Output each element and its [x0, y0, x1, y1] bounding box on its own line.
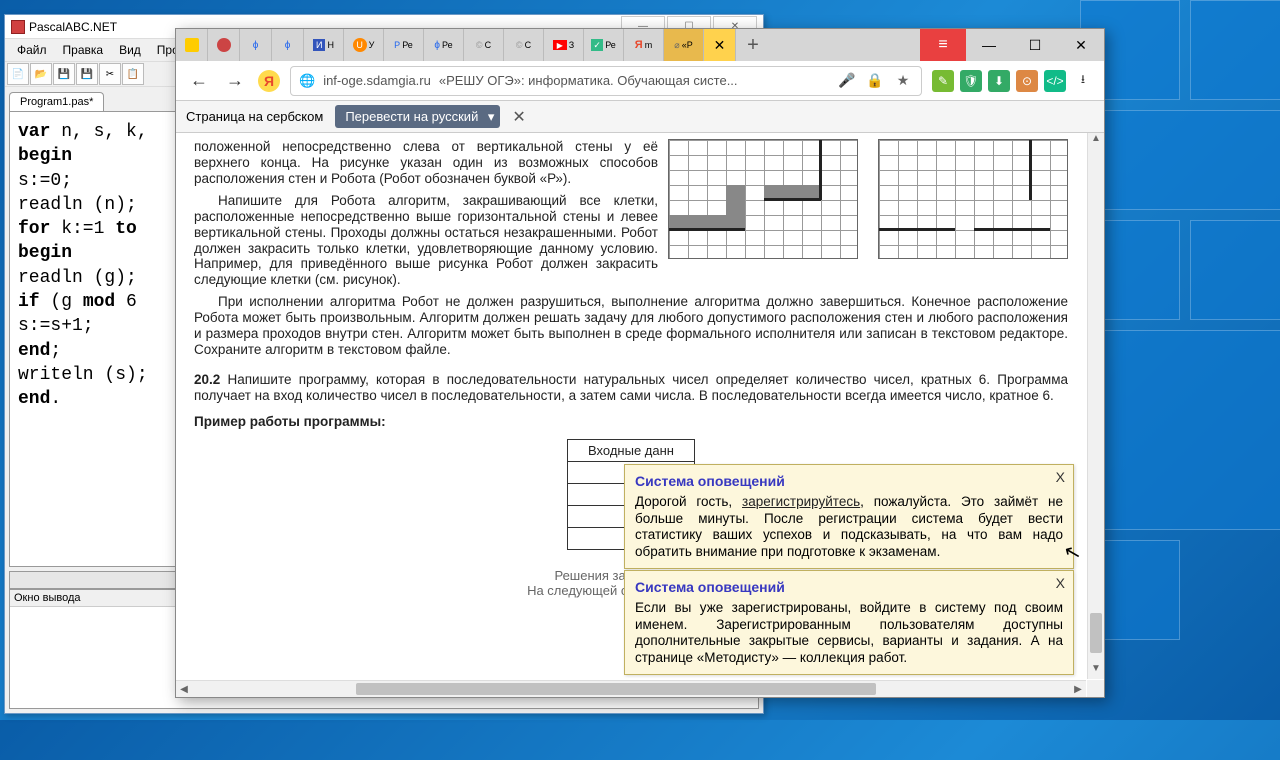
- code-line: end: [18, 341, 50, 361]
- notif-title: Система оповещений: [635, 473, 1063, 490]
- scroll-up-icon[interactable]: ▲: [1088, 133, 1104, 149]
- browser-tab[interactable]: [176, 29, 208, 61]
- browser-tab[interactable]: ϕ: [272, 29, 304, 61]
- notification-popup-2: X Система оповещений Если вы уже зарегис…: [624, 570, 1074, 675]
- tb-open-icon[interactable]: 📂: [30, 63, 52, 85]
- menu-file[interactable]: Файл: [11, 41, 53, 59]
- code-line: s:=s+1;: [18, 316, 94, 336]
- browser-close-button[interactable]: ✕: [1058, 29, 1104, 61]
- new-tab-button[interactable]: +: [736, 29, 770, 61]
- translate-close-icon[interactable]: ✕: [512, 107, 525, 127]
- file-tab[interactable]: Program1.pas*: [9, 92, 104, 111]
- browser-tab[interactable]: Яm: [624, 29, 664, 61]
- tb-save-icon[interactable]: 💾: [53, 63, 75, 85]
- download-icon[interactable]: ⭳: [1072, 70, 1094, 92]
- code-line: writeln (s);: [18, 365, 148, 385]
- yandex-icon[interactable]: Я: [258, 70, 280, 92]
- page-title-in-url: «РЕШУ ОГЭ»: информатика. Обучающая систе…: [439, 73, 738, 88]
- notification-popup-1: X Система оповещений Дорогой гость, заре…: [624, 464, 1074, 569]
- example-title: Пример работы программы:: [194, 414, 1068, 429]
- pascal-app-icon: [11, 20, 25, 34]
- browser-max-button[interactable]: ☐: [1012, 29, 1058, 61]
- scroll-corner: [1087, 680, 1104, 697]
- scroll-thumb[interactable]: [1090, 613, 1102, 653]
- translate-button[interactable]: Перевести на русский: [335, 105, 500, 128]
- notif-body: Если вы уже зарегистрированы, войдите в …: [635, 600, 1063, 666]
- browser-tab[interactable]: ▶З: [544, 29, 584, 61]
- tb-saveall-icon[interactable]: 💾: [76, 63, 98, 85]
- scroll-left-icon[interactable]: ◀: [176, 681, 192, 697]
- mic-icon[interactable]: 🎤: [837, 71, 857, 91]
- url-domain: inf-oge.sdamgia.ru: [323, 73, 431, 88]
- paragraph: При исполнении алгоритма Робот не должен…: [194, 294, 1068, 358]
- scroll-right-icon[interactable]: ▶: [1070, 681, 1086, 697]
- code-line: begin: [18, 243, 72, 263]
- ext-icon[interactable]: ✎: [932, 70, 954, 92]
- ext-icon[interactable]: ⬇: [988, 70, 1010, 92]
- browser-tabstrip: ϕ ϕ ИН UУ РРе ϕРе ©С ©С ▶З ✓Ре Яm ⌀«Р ✕ …: [176, 29, 1104, 61]
- browser-tab[interactable]: ©С: [504, 29, 544, 61]
- nav-forward-button[interactable]: →: [222, 68, 248, 94]
- lock-icon[interactable]: 🔒: [865, 71, 885, 91]
- browser-window: ϕ ϕ ИН UУ РРе ϕРе ©С ©С ▶З ✓Ре Яm ⌀«Р ✕ …: [175, 28, 1105, 698]
- register-link[interactable]: зарегистрируйтесь: [742, 494, 860, 509]
- nav-back-button[interactable]: ←: [186, 68, 212, 94]
- browser-menu-button[interactable]: ≡: [920, 29, 966, 61]
- ext-icon[interactable]: ⊙: [1016, 70, 1038, 92]
- scroll-thumb[interactable]: [356, 683, 876, 695]
- notif-close-button[interactable]: X: [1056, 575, 1065, 592]
- notif-title: Система оповещений: [635, 579, 1063, 596]
- browser-tab[interactable]: [208, 29, 240, 61]
- tb-cut-icon[interactable]: ✂: [99, 63, 121, 85]
- address-bar[interactable]: 🌐 inf-oge.sdamgia.ru «РЕШУ ОГЭ»: информа…: [290, 66, 922, 96]
- browser-tab-active-close[interactable]: ✕: [704, 29, 736, 61]
- browser-tab[interactable]: ИН: [304, 29, 344, 61]
- notif-body: Дорогой гость, зарегистрируйтесь, пожалу…: [635, 494, 1063, 560]
- robot-grid-2: [878, 139, 1068, 259]
- browser-tab[interactable]: РРе: [384, 29, 424, 61]
- page-viewport: положенной непосредственно слева от верт…: [176, 133, 1104, 697]
- code-line: begin: [18, 146, 72, 166]
- browser-tab[interactable]: ϕ: [240, 29, 272, 61]
- task-20-2: 20.2 Напишите программу, которая в после…: [194, 372, 1068, 404]
- browser-tab[interactable]: ϕРе: [424, 29, 464, 61]
- vertical-scrollbar[interactable]: ▲ ▼: [1087, 133, 1104, 679]
- menu-view[interactable]: Вид: [113, 41, 147, 59]
- code-line: var: [18, 122, 50, 142]
- code-line: for: [18, 219, 50, 239]
- address-bar-row: ← → Я 🌐 inf-oge.sdamgia.ru «РЕШУ ОГЭ»: и…: [176, 61, 1104, 101]
- robot-grid-1: [668, 139, 858, 259]
- globe-icon: 🌐: [299, 73, 315, 89]
- section-number: 20.2: [194, 372, 220, 387]
- desktop-background: [1080, 0, 1280, 760]
- translate-label: Страница на сербском: [186, 109, 323, 124]
- notif-close-button[interactable]: X: [1056, 469, 1065, 486]
- code-line: s:=0;: [18, 171, 72, 191]
- robot-grid-figures: [668, 139, 1068, 259]
- pascal-title-text: PascalABC.NET: [29, 20, 117, 34]
- browser-tab[interactable]: ✓Ре: [584, 29, 624, 61]
- tb-new-icon[interactable]: 📄: [7, 63, 29, 85]
- scroll-down-icon[interactable]: ▼: [1088, 663, 1104, 679]
- ext-icon[interactable]: </>: [1044, 70, 1066, 92]
- code-line: readln (g);: [18, 268, 137, 288]
- browser-tab[interactable]: ⌀«Р: [664, 29, 704, 61]
- code-line: readln (n);: [18, 195, 137, 215]
- tb-copy-icon[interactable]: 📋: [122, 63, 144, 85]
- browser-tab[interactable]: ©С: [464, 29, 504, 61]
- browser-min-button[interactable]: —: [966, 29, 1012, 61]
- code-line: if: [18, 292, 40, 312]
- code-line: end: [18, 389, 50, 409]
- translate-bar: Страница на сербском Перевести на русски…: [176, 101, 1104, 133]
- bookmark-icon[interactable]: ★: [893, 71, 913, 91]
- table-header: Входные данн: [568, 439, 695, 461]
- extension-icons: ✎ 🛡 ⬇ ⊙ </> ⭳: [932, 70, 1094, 92]
- ext-icon[interactable]: 🛡: [960, 70, 982, 92]
- menu-edit[interactable]: Правка: [57, 41, 110, 59]
- horizontal-scrollbar[interactable]: ◀ ▶: [176, 680, 1086, 697]
- browser-tab[interactable]: UУ: [344, 29, 384, 61]
